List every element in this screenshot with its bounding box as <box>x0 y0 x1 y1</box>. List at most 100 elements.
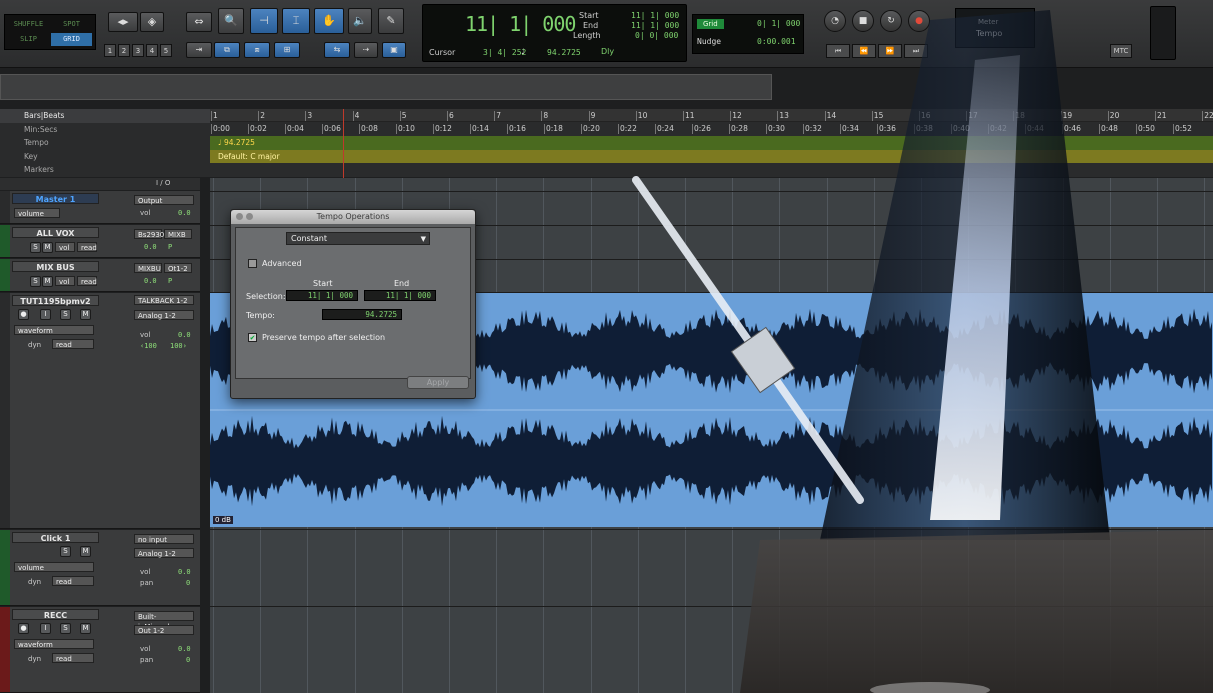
nudge-label[interactable]: Nudge <box>697 37 721 46</box>
zoom-preset-4[interactable]: 4 <box>146 44 158 57</box>
zoom-preset-1[interactable]: 1 <box>104 44 116 57</box>
mute-button[interactable]: M <box>42 276 53 287</box>
vol-value[interactable]: 0.0 <box>144 243 157 251</box>
track-tut1195bpmv2[interactable]: TUT1195bpmv2 ● I S M waveform dyn read T… <box>0 293 200 529</box>
online-button-icon[interactable]: ◔ <box>824 10 846 32</box>
pan-right-value[interactable]: 100› <box>170 342 187 350</box>
link-timeline-icon[interactable]: ⧉ <box>214 42 240 58</box>
vol-value[interactable]: 0.0 <box>178 331 191 339</box>
dly-label[interactable]: Dly <box>601 47 614 56</box>
mtc-button[interactable]: MTC <box>1110 44 1132 58</box>
track-output[interactable]: MIXB <box>164 229 192 239</box>
minimize-icon[interactable] <box>246 213 253 220</box>
tempo-lane[interactable]: ♩ 94.2725 <box>210 136 1213 150</box>
vol-value[interactable]: 0.0 <box>178 645 191 653</box>
track-name[interactable]: RECC <box>12 609 99 620</box>
solo-button[interactable]: S <box>30 242 41 253</box>
vol-label[interactable]: vol <box>55 276 75 286</box>
track-recc[interactable]: RECC ● I S M waveform dyn read Built-inM… <box>0 607 200 693</box>
ruler-min-secs[interactable]: Min:Secs <box>0 123 210 137</box>
track-output[interactable]: Ot1-2 <box>164 263 192 273</box>
zoom-preset-3[interactable]: 3 <box>132 44 144 57</box>
vol-label[interactable]: vol <box>55 242 75 252</box>
mute-button[interactable]: M <box>80 546 91 557</box>
go-to-end-icon[interactable]: ⏭ <box>904 44 928 58</box>
grid-value[interactable]: 0| 1| 000 <box>757 19 800 28</box>
track-name[interactable]: TUT1195bpmv2 <box>12 295 99 306</box>
insertion-follows-icon[interactable]: ⊞ <box>274 42 300 58</box>
preserve-tempo-checkbox[interactable]: ✔ <box>248 333 257 342</box>
track-all-vox[interactable]: ALL VOX S M vol read Bs2930 MIXB 0.0 P <box>0 225 200 258</box>
ruler-tempo[interactable]: Tempo <box>0 136 210 150</box>
bars-beats-ruler[interactable]: 1 2 3 4 5 6 7 8 9 10 11 12 13 14 15 16 17 18 19 20 21 22 <box>210 109 1213 122</box>
track-view-selector[interactable]: volume <box>14 562 94 572</box>
track-name[interactable]: Click 1 <box>12 532 99 543</box>
track-mix-bus[interactable]: MIX BUS S M vol read MIXBU Ot1-2 0.0 P <box>0 259 200 292</box>
dyn-label[interactable]: dyn <box>28 578 41 586</box>
close-icon[interactable] <box>236 213 243 220</box>
nudge-value[interactable]: 0:00.001 <box>757 37 796 46</box>
min-secs-ruler[interactable]: 0:00 0:02 0:04 0:06 0:08 0:10 0:12 0:14 0:16 0:18… <box>210 122 1213 135</box>
zoom-in-icon[interactable]: ◈ <box>140 12 164 32</box>
ruler-bars-beats[interactable]: Bars|Beats <box>0 109 210 123</box>
mirror-edit-icon[interactable]: ⇆ <box>324 42 350 58</box>
pan-value[interactable]: 0 <box>186 579 190 587</box>
automation-mode[interactable]: read <box>77 242 97 252</box>
track-input[interactable]: Built-inMicrophone <box>134 611 194 631</box>
selector-tool-icon[interactable]: ⌶ <box>282 8 310 34</box>
input-monitor-button[interactable]: I <box>40 309 51 320</box>
input-monitor-button[interactable]: I <box>40 623 51 634</box>
zoom-toggle-icon[interactable]: ⇔ <box>186 12 212 32</box>
track-output[interactable]: Output <box>134 195 194 205</box>
timeline-rulers[interactable]: 1 2 3 4 5 6 7 8 9 10 11 12 13 14 15 16 17 18 19 20 21 22 0:00… <box>210 109 1213 177</box>
mode-slip[interactable]: SLIP <box>8 33 49 46</box>
track-output[interactable]: Analog 1-2 <box>134 310 194 320</box>
trim-tool-icon[interactable]: ⊣ <box>250 8 278 34</box>
track-input[interactable]: no input <box>134 534 194 544</box>
vol-value[interactable]: 0.0 <box>178 568 191 576</box>
solo-button[interactable]: S <box>60 309 71 320</box>
vol-value[interactable]: 0.0 <box>144 277 157 285</box>
track-name[interactable]: MIX BUS <box>12 261 99 272</box>
apply-button[interactable]: Apply <box>407 376 469 389</box>
track-name[interactable]: Master 1 <box>12 193 99 204</box>
fast-forward-icon[interactable]: ⏩ <box>878 44 902 58</box>
automation-mode[interactable]: read <box>77 276 97 286</box>
grid-label[interactable]: Grid <box>697 19 724 29</box>
pencil-tool-icon[interactable]: ✎ <box>378 8 404 34</box>
length-value[interactable]: 0| 0| 000 <box>635 31 678 40</box>
track-output[interactable]: Out 1-2 <box>134 625 194 635</box>
tempo-marker-icon[interactable]: ♩ <box>218 138 222 147</box>
track-output[interactable]: Analog 1-2 <box>134 548 194 558</box>
automation-mode[interactable]: read <box>52 653 94 663</box>
mute-button[interactable]: M <box>42 242 53 253</box>
zoomer-tool-icon[interactable]: 🔍 <box>218 8 244 34</box>
mode-grid[interactable]: GRID <box>51 33 92 46</box>
record-enable-button[interactable]: ● <box>18 623 29 634</box>
rewind-icon[interactable]: ⏪ <box>852 44 876 58</box>
automation-mode[interactable]: read <box>52 576 94 586</box>
stop-button-icon[interactable]: ■ <box>852 10 874 32</box>
record-button-icon[interactable]: ● <box>908 10 930 32</box>
pan-value[interactable]: 0 <box>186 656 190 664</box>
ruler-key[interactable]: Key <box>0 150 210 164</box>
keyfocus-icon[interactable]: ⇢ <box>354 42 378 58</box>
grabber-tool-icon[interactable]: ✋ <box>314 8 344 34</box>
track-master-1[interactable]: Master 1 volume Output vol 0.0 <box>0 191 200 224</box>
ruler-markers[interactable]: Markers <box>0 163 210 177</box>
tempo-label[interactable]: Tempo <box>976 29 1002 38</box>
vol-value[interactable]: 0.0 <box>178 209 191 217</box>
key-lane[interactable]: Default: C major <box>210 150 1213 163</box>
scrubber-tool-icon[interactable]: 🔈 <box>348 8 372 34</box>
solo-button[interactable]: S <box>60 623 71 634</box>
edit-mode-selector[interactable]: SHUFFLE SPOT SLIP GRID <box>4 14 96 50</box>
zoom-preset-5[interactable]: 5 <box>160 44 172 57</box>
automation-mode[interactable]: read <box>52 339 94 349</box>
loop-button-icon[interactable]: ↻ <box>880 10 902 32</box>
mute-button[interactable]: M <box>80 623 91 634</box>
dyn-label[interactable]: dyn <box>28 341 41 349</box>
tab-to-transient-icon[interactable]: ⇥ <box>186 42 212 58</box>
mute-button[interactable]: M <box>80 309 91 320</box>
pan-left-value[interactable]: ‹100 <box>140 342 157 350</box>
track-name[interactable]: ALL VOX <box>12 227 99 238</box>
